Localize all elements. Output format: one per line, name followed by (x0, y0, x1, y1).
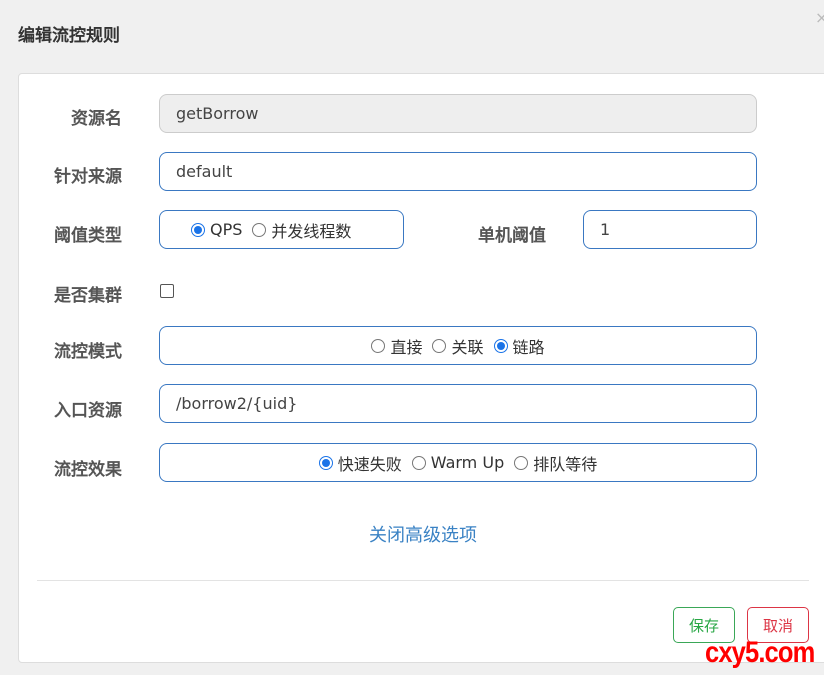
option-label: 链路 (512, 337, 545, 357)
radio-icon (371, 338, 386, 353)
behavior-option-queue[interactable]: 排队等待 (514, 451, 597, 475)
radio-icon (252, 222, 267, 237)
divider (37, 580, 809, 581)
option-label: 直接 (390, 337, 423, 357)
radio-checked-icon (493, 338, 508, 353)
strategy-option-chain[interactable]: 链路 (493, 334, 545, 358)
cluster-checkbox[interactable] (160, 284, 174, 298)
option-label: 排队等待 (533, 454, 598, 474)
dialog-title: 编辑流控规则 (18, 26, 120, 46)
grade-option-qps[interactable]: QPS (191, 220, 242, 239)
close-icon[interactable]: × (815, 8, 824, 27)
cluster-label: 是否集群 (54, 286, 122, 306)
watermark: cxy5.com (705, 636, 815, 669)
option-label: 快速失败 (337, 454, 402, 474)
grade-option-thread[interactable]: 并发线程数 (252, 218, 351, 242)
option-label: QPS (210, 220, 243, 239)
radio-checked-icon (191, 222, 205, 237)
option-label: 关联 (451, 337, 484, 357)
strategy-label: 流控模式 (54, 342, 122, 362)
ref-resource-label: 入口资源 (54, 401, 122, 421)
behavior-option-warm-up[interactable]: Warm Up (411, 453, 505, 472)
strategy-radio-group: 直接 关联 链路 (159, 326, 757, 365)
strategy-option-direct[interactable]: 直接 (371, 334, 422, 358)
grade-label: 阈值类型 (54, 226, 122, 246)
behavior-label: 流控效果 (54, 460, 122, 480)
grade-radio-group: QPS 并发线程数 (159, 210, 404, 249)
option-label: Warm Up (430, 453, 505, 472)
toggle-advanced-link[interactable]: 关闭高级选项 (0, 521, 824, 547)
behavior-option-fail-fast[interactable]: 快速失败 (318, 451, 402, 475)
resource-label: 资源名 (71, 109, 122, 129)
behavior-radio-group: 快速失败 Warm Up 排队等待 (159, 443, 757, 482)
limit-app-input[interactable]: default (159, 152, 757, 191)
count-label: 单机阈值 (478, 226, 546, 246)
radio-checked-icon (318, 455, 333, 470)
radio-icon (432, 338, 447, 353)
count-input[interactable]: 1 (583, 210, 757, 249)
resource-input[interactable]: getBorrow (159, 94, 757, 133)
ref-resource-input[interactable]: /borrow2/{uid} (159, 384, 757, 423)
limit-app-label: 针对来源 (54, 167, 122, 187)
radio-icon (514, 455, 529, 470)
option-label: 并发线程数 (271, 221, 352, 241)
strategy-option-relate[interactable]: 关联 (432, 334, 484, 358)
radio-icon (411, 455, 426, 470)
